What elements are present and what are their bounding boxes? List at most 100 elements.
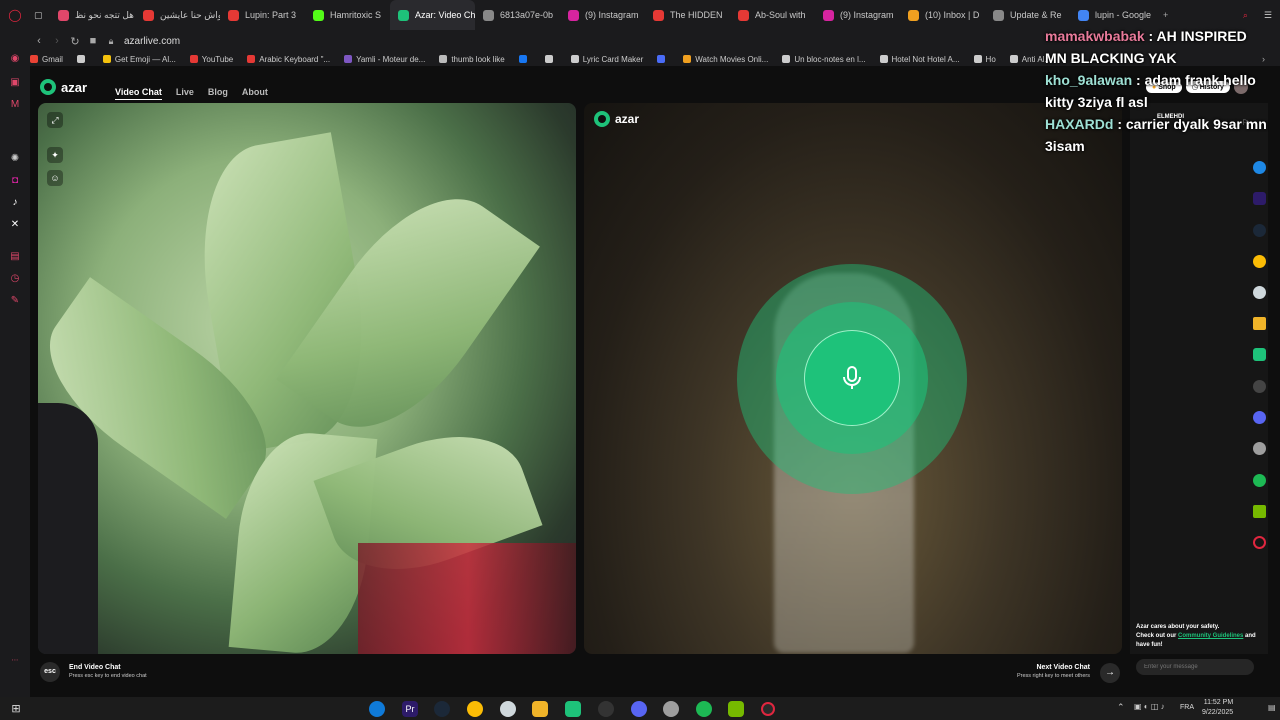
nvidia-taskbar-icon[interactable] — [728, 701, 744, 717]
next-arrow-icon[interactable]: → — [1100, 663, 1120, 683]
notifications-icon[interactable]: ▤ — [1268, 703, 1276, 712]
tab-favicon-icon — [228, 9, 239, 21]
windows-start-icon[interactable]: ⊞ — [8, 701, 24, 717]
esc-key-button[interactable]: esc — [40, 662, 60, 682]
premiere-taskbar-icon[interactable]: Pr — [402, 701, 418, 717]
folder-icon[interactable] — [1253, 317, 1266, 330]
browser-tab[interactable]: (10) Inbox | D — [900, 0, 985, 30]
community-guidelines-link[interactable]: Community Guidelines — [1178, 633, 1243, 639]
chat-message: 3isam — [1045, 138, 1085, 154]
opera-menu-icon[interactable]: ◯ — [0, 0, 30, 30]
discord-taskbar-icon[interactable] — [631, 701, 647, 717]
bookmark-item[interactable] — [518, 55, 531, 63]
bookmark-item[interactable]: Un bloc-notes en l... — [782, 55, 866, 64]
site-nav-item[interactable]: About — [242, 87, 268, 97]
tab-overview-icon[interactable]: ▢ — [30, 0, 50, 30]
nvidia-icon[interactable] — [1253, 505, 1266, 518]
edge-taskbar-icon[interactable] — [369, 701, 385, 717]
chrome-icon[interactable] — [1253, 255, 1266, 268]
bookmark-item[interactable]: Get Emoji — Al... — [102, 54, 176, 64]
steam-icon[interactable] — [1253, 224, 1266, 237]
app-taskbar-icon[interactable] — [500, 701, 516, 717]
browser-tab[interactable]: The HIDDEN — [645, 0, 730, 30]
obs-taskbar-icon[interactable] — [598, 701, 614, 717]
site-nav-item[interactable]: Live — [176, 87, 194, 97]
spotify-taskbar-icon[interactable] — [696, 701, 712, 717]
history-icon[interactable]: ◷ — [9, 273, 21, 285]
reload-button[interactable]: ↻ — [66, 35, 84, 48]
tiktok-icon[interactable]: ♪ — [9, 197, 21, 209]
bookmark-item[interactable]: Lyric Card Maker — [570, 55, 643, 64]
clock[interactable]: 11:52 PM 9/22/2025 — [1202, 698, 1233, 718]
bookmark-item[interactable] — [76, 55, 89, 63]
browser-tab[interactable]: Azar: Video Chat | A — [390, 0, 475, 30]
end-video-chat-button[interactable]: End Video Chat Press esc key to end vide… — [69, 664, 147, 679]
chrome-taskbar-icon[interactable] — [467, 701, 483, 717]
instagram-icon[interactable]: ◘ — [9, 175, 21, 187]
bookmark-item[interactable]: Ho — [973, 55, 996, 64]
chatgpt-icon[interactable]: ✺ — [9, 153, 21, 165]
pinboard-icon[interactable]: ▤ — [9, 251, 21, 263]
premiere-icon[interactable] — [1253, 192, 1266, 205]
tray-icons[interactable]: ▣ ◐ ◫ ♪ — [1134, 702, 1165, 711]
tab-title: 6813a07e-0b — [500, 10, 554, 20]
back-button[interactable]: ‹ — [30, 35, 48, 47]
browser-tab[interactable]: Ab-Soul with — [730, 0, 815, 30]
explorer-taskbar-icon[interactable] — [532, 701, 548, 717]
bookmark-item[interactable]: Yamli - Moteur de... — [344, 55, 425, 64]
camera-permission-icon[interactable]: ■ — [84, 35, 102, 47]
lock-icon: 🔒︎ — [108, 35, 114, 46]
azar-logo[interactable]: azar — [40, 79, 87, 95]
x-icon[interactable]: ✕ — [9, 219, 21, 231]
browser-tab[interactable]: (9) Instagram — [560, 0, 645, 30]
extensions-icon[interactable]: ✎ — [9, 295, 21, 307]
messenger-icon[interactable]: ▣ — [9, 77, 21, 89]
site-nav-item[interactable]: Blog — [208, 87, 228, 97]
browser-tab[interactable]: (9) Instagram — [815, 0, 900, 30]
bookmark-favicon-icon — [570, 55, 579, 63]
audio-only-mic-button[interactable] — [804, 330, 900, 426]
chat-message: : adam frank hello — [1132, 72, 1256, 88]
bookmark-item[interactable]: thumb look like — [439, 54, 505, 64]
aria-icon[interactable]: ◉ — [9, 53, 21, 65]
forward-button[interactable]: › — [48, 35, 66, 47]
browser-tab[interactable]: هل تتجه نحو نظ — [50, 0, 135, 30]
bookmark-label: thumb look like — [451, 54, 505, 64]
bookmark-item[interactable] — [657, 55, 669, 63]
bookmark-item[interactable]: YouTube — [189, 55, 233, 64]
chat-overlay-line: kitty 3ziya fl asl — [1045, 91, 1267, 113]
browser-tab[interactable]: 6813a07e-0b — [475, 0, 560, 30]
site-nav-item[interactable]: Video Chat — [115, 87, 162, 100]
azar-taskbar-icon[interactable] — [565, 701, 581, 717]
steam-taskbar-icon[interactable] — [434, 701, 450, 717]
browser-tab[interactable]: واش حنا عايشين — [135, 0, 220, 30]
app2-taskbar-icon[interactable] — [663, 701, 679, 717]
bookmark-item[interactable]: Gmail — [30, 55, 63, 64]
bookmark-item[interactable]: Arabic Keyboard "... — [247, 55, 330, 64]
bookmark-label: Hotel Not Hotel A... — [891, 54, 960, 64]
language-indicator[interactable]: FRA — [1180, 704, 1194, 711]
edge-icon[interactable] — [1253, 161, 1266, 174]
url-field[interactable]: azarlive.com — [124, 36, 180, 47]
next-video-chat-button[interactable]: Next Video Chat Press right key to meet … — [1017, 664, 1090, 679]
fullscreen-icon[interactable]: ⤢ — [47, 112, 63, 128]
discord-icon[interactable] — [1253, 411, 1266, 424]
mail-icon[interactable]: M — [9, 99, 21, 111]
obs-icon[interactable] — [1253, 380, 1266, 393]
bookmark-item[interactable] — [544, 55, 557, 63]
browser-tab[interactable]: Hamritoxic S — [305, 0, 390, 30]
browser-tab[interactable]: Lupin: Part 3 — [220, 0, 305, 30]
app-icon[interactable] — [1253, 286, 1266, 299]
app2-icon[interactable] — [1253, 442, 1266, 455]
tray-chevron-icon[interactable]: ⌃ — [1117, 702, 1125, 713]
effects-icon[interactable]: ✦ — [47, 147, 63, 163]
spotify-icon[interactable] — [1253, 474, 1266, 487]
bookmark-item[interactable]: Watch Movies Onli... — [683, 55, 768, 64]
bookmark-item[interactable]: Hotel Not Hotel A... — [879, 54, 960, 64]
azar-app-icon[interactable] — [1253, 348, 1266, 361]
sticker-icon[interactable]: ☺ — [47, 170, 63, 186]
sidebar-more-icon[interactable]: ⋯ — [9, 655, 21, 667]
opera-taskbar-icon[interactable] — [761, 702, 775, 716]
bookmark-label: Get Emoji — Al... — [114, 54, 176, 64]
opera-icon[interactable] — [1253, 536, 1266, 549]
